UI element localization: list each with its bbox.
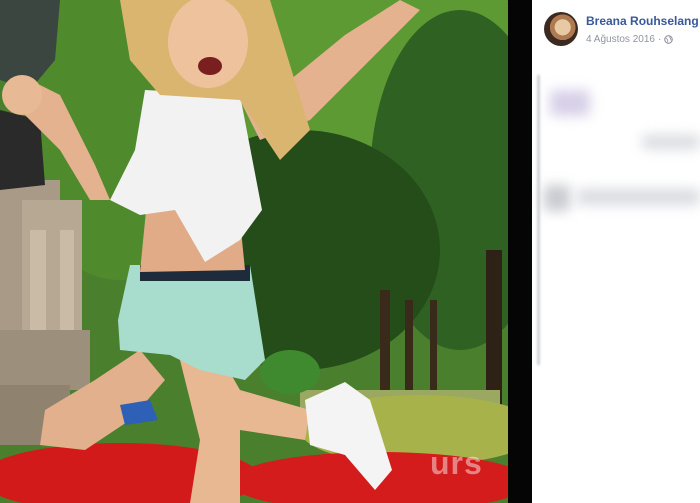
author-name-link[interactable]: Breana Rouhselang bbox=[586, 14, 699, 28]
post-photo[interactable]: urs bbox=[0, 0, 508, 503]
viewer-divider bbox=[508, 0, 532, 503]
post-header: Breana Rouhselang 4 Ağustos 2016 · bbox=[544, 10, 700, 50]
meta-separator: · bbox=[657, 34, 662, 45]
post-date[interactable]: 4 Ağustos 2016 bbox=[586, 34, 655, 45]
globe-icon[interactable] bbox=[664, 35, 674, 44]
blurred-block bbox=[544, 185, 570, 211]
blurred-block bbox=[577, 189, 700, 205]
blurred-comments bbox=[532, 65, 700, 385]
author-avatar[interactable] bbox=[544, 12, 578, 46]
blurred-block bbox=[642, 135, 700, 149]
post-sidebar: Breana Rouhselang 4 Ağustos 2016 · bbox=[532, 0, 700, 503]
blur-thread-line bbox=[537, 75, 540, 365]
blurred-block bbox=[550, 90, 590, 116]
photo-illustration bbox=[0, 0, 508, 503]
facebook-photo-viewer: urs Breana Rouhselang 4 Ağustos 2016 · bbox=[0, 0, 700, 503]
post-meta: 4 Ağustos 2016 · bbox=[586, 34, 674, 45]
photo-watermark: urs bbox=[430, 445, 483, 481]
